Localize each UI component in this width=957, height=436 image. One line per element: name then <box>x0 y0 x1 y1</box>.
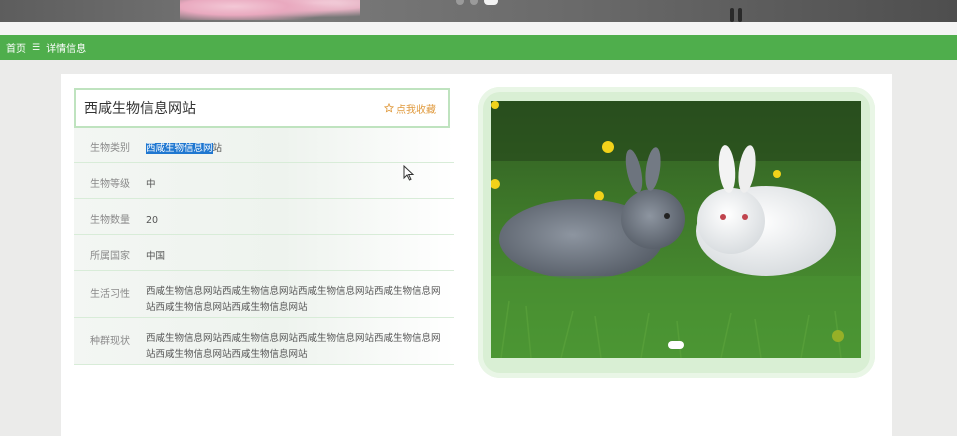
favorite-button[interactable]: 点我收藏 <box>384 101 436 116</box>
image-carousel-dot[interactable] <box>668 341 684 349</box>
rabbit-photo[interactable] <box>491 101 861 358</box>
field-row: 生物类别 西咸生物信息网站 <box>74 128 454 163</box>
field-label: 生物类别 <box>90 143 130 154</box>
breadcrumb-current: 详情信息 <box>46 44 87 55</box>
banner-flower-photo <box>180 0 360 20</box>
field-value-rest: 站 <box>212 143 223 154</box>
star-outline-icon <box>384 103 394 113</box>
banner-rabbit-ears <box>728 4 746 22</box>
field-row: 生物等级 中 <box>74 163 454 199</box>
field-row: 生物数量 20 <box>74 199 454 235</box>
detail-field-list: 生物类别 西咸生物信息网站 生物等级 中 生物数量 20 所属国家 中国 生活习… <box>74 128 454 365</box>
favorite-label: 点我收藏 <box>396 104 436 116</box>
field-label: 种群现状 <box>90 336 130 347</box>
field-row: 种群现状 西咸生物信息网站西咸生物信息网站西咸生物信息网站西咸生物信息网站西咸生… <box>74 318 454 365</box>
field-row: 所属国家 中国 <box>74 235 454 271</box>
top-banner-image <box>0 0 957 22</box>
breadcrumb-separator-icon: ☰ <box>32 42 41 53</box>
breadcrumb-home-link[interactable]: 首页 <box>6 40 26 55</box>
detail-title-box: 西咸生物信息网站 点我收藏 <box>74 88 450 128</box>
carousel-dot[interactable] <box>470 0 478 5</box>
carousel-dot[interactable] <box>456 0 464 5</box>
rabbit-photo-image <box>491 101 861 358</box>
banner-carousel-dots[interactable] <box>456 0 498 5</box>
field-value: 中国 <box>146 251 166 262</box>
breadcrumb: 首页 ☰ 详情信息 <box>0 35 957 60</box>
carousel-dot-active[interactable] <box>484 0 498 5</box>
field-value: 西咸生物信息网站西咸生物信息网站西咸生物信息网站西咸生物信息网站西咸生物信息网站… <box>146 333 441 360</box>
field-value: 西咸生物信息网站 <box>146 142 454 156</box>
banner-gap <box>0 22 957 35</box>
field-value: 20 <box>146 215 159 226</box>
field-label: 生物数量 <box>90 215 130 226</box>
field-row: 生活习性 西咸生物信息网站西咸生物信息网站西咸生物信息网站西咸生物信息网站西咸生… <box>74 271 454 318</box>
field-label: 所属国家 <box>90 251 130 262</box>
selected-text: 西咸生物信息网 <box>146 143 213 154</box>
field-value: 西咸生物信息网站西咸生物信息网站西咸生物信息网站西咸生物信息网站西咸生物信息网站… <box>146 286 441 313</box>
field-label: 生活习性 <box>90 289 130 300</box>
field-label: 生物等级 <box>90 179 130 190</box>
mouse-pointer-icon <box>403 165 415 181</box>
detail-title: 西咸生物信息网站 <box>84 101 196 117</box>
